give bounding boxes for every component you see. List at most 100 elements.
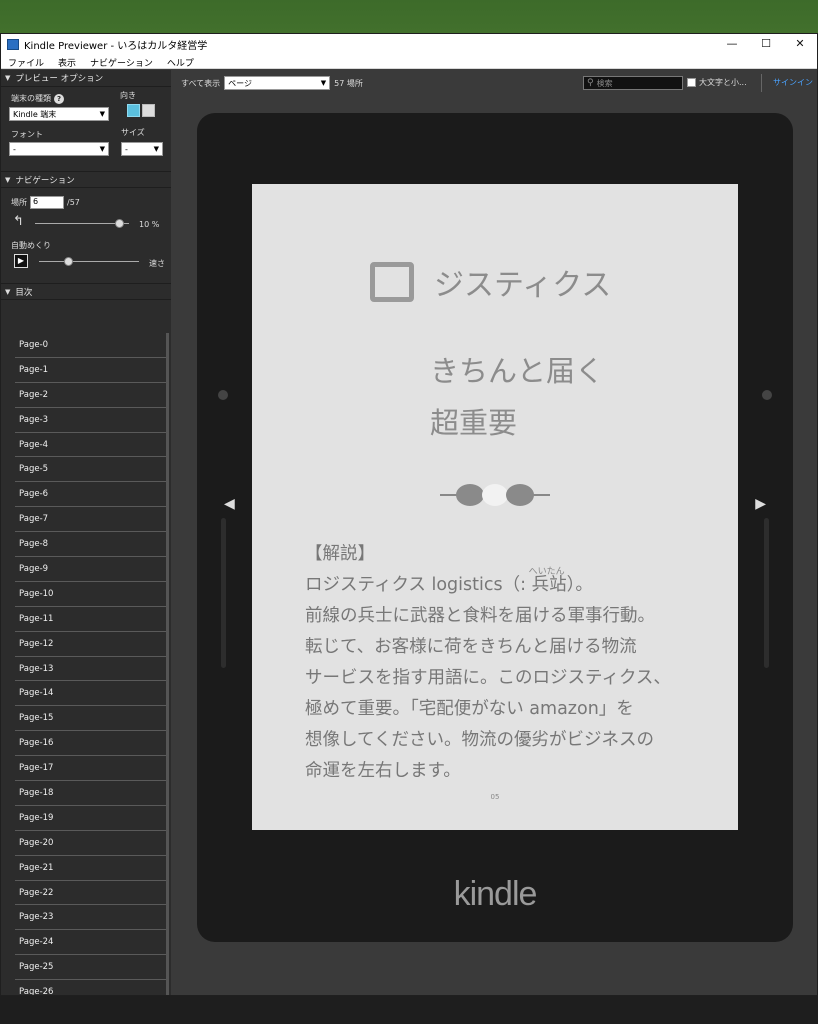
close-button[interactable]: ✕ [783,34,817,54]
dropdown-caret-icon: ▼ [153,145,159,153]
toc-list: Page-0 Page-1 Page-2 Page-3 Page-4 Page-5 Page… [15,333,167,995]
body-line: 【解説】 [305,544,375,564]
toc-item[interactable]: Page-14 [15,681,167,707]
match-case-label: 大文字と小... [699,78,747,87]
toc-item[interactable]: Page-12 [15,632,167,657]
toc-item[interactable]: Page-6 [15,482,167,508]
body-line: サービスを指す用語に。このロジスティクス、 [305,668,671,688]
subheading-2: 超重要 [430,406,518,440]
toc-item[interactable]: Page-1 [15,358,167,383]
sign-in-link[interactable]: サインイン [773,77,813,88]
kindle-app-icon [7,38,19,50]
view-mode-select[interactable]: ページ ▼ [224,76,331,90]
collapse-triangle-icon: ▼ [5,287,11,296]
speed-slider-knob[interactable] [64,257,73,266]
dropdown-caret-icon: ▼ [320,79,327,87]
location-input[interactable]: 6 [30,196,64,209]
square-icon [370,262,414,302]
toc-header[interactable]: ▼ 目次 [1,283,171,300]
location-count: 57 場所 [334,78,363,88]
window-title: Kindle Previewer - いろはカルタ経営学 [24,40,208,52]
toc-item[interactable]: Page-18 [15,781,167,806]
auto-page-turn-label: 自動めくり [11,241,51,250]
speed-slider[interactable] [39,257,139,267]
toc-item[interactable]: Page-16 [15,731,167,757]
back-arrow-icon[interactable]: ↰ [13,214,24,229]
preview-options-header[interactable]: ▼ プレビュー オプション [1,70,171,87]
device-type-label: 端末の種類 [11,94,51,103]
kindle-logo: kindle [453,875,538,913]
explanation-text: 【解説】 ロジスティクス logistics（: へいたん 兵站）。 前線の兵士に… [305,539,725,787]
toc-item[interactable]: Page-2 [15,383,167,408]
toc-item[interactable]: Page-9 [15,557,167,582]
toc-item[interactable]: Page-8 [15,532,167,558]
ornament-icon [440,484,550,506]
toc-item[interactable]: Page-23 [15,905,167,931]
menu-file[interactable]: ファイル [1,54,51,69]
toc-item[interactable]: Page-15 [15,706,167,732]
body-line: ロジスティクス logistics（: へいたん 兵站）。 [305,567,725,601]
location-total: /57 [67,198,80,207]
show-all-label: すべて表示 [181,78,221,88]
toolbar-divider [761,74,762,92]
right-page-bar [764,518,769,668]
help-icon[interactable]: ? [54,94,64,104]
toc-item[interactable]: Page-24 [15,930,167,956]
toc-item[interactable]: Page-5 [15,457,167,483]
toc-item[interactable]: Page-20 [15,831,167,856]
play-icon[interactable]: ▶ [14,254,28,268]
dropdown-caret-icon: ▼ [99,110,105,118]
menu-navigation[interactable]: ナビゲーション [83,54,160,69]
location-label: 場所 [11,198,27,207]
maximize-button[interactable]: ☐ [749,34,783,54]
toc-item[interactable]: Page-13 [15,657,167,682]
toc-item[interactable]: Page-19 [15,806,167,831]
toc-item[interactable]: Page-7 [15,507,167,533]
toc-item[interactable]: Page-10 [15,582,167,607]
sidebar: ▼ プレビュー オプション 端末の種類? 向き Kindle 端末 ▼ フォント … [1,70,171,995]
progress-slider[interactable] [35,219,129,229]
toc-scrollbar[interactable] [166,333,169,995]
device-type-select[interactable]: Kindle 端末 ▼ [9,107,109,121]
toc-item[interactable]: Page-4 [15,433,167,458]
toc-item[interactable]: Page-3 [15,408,167,433]
toc-item[interactable]: Page-21 [15,856,167,881]
dropdown-caret-icon: ▼ [99,145,105,153]
progress-slider-knob[interactable] [114,219,124,228]
menu-view[interactable]: 表示 [51,54,83,69]
book-page: ジスティクス きちんと届く 超重要 【解説】 ロジスティクス logistics… [252,184,738,830]
collapse-triangle-icon: ▼ [5,175,11,184]
size-select[interactable]: - ▼ [121,142,163,156]
ruby-reading: へいたん [528,567,565,577]
main-view: すべて表示 ページ ▼ 57 場所 ⚲ 検索 大文字と小... サインイン ◀ ▶ [171,70,817,995]
subheading-1: きちんと届く [430,354,605,388]
page-number: 05 [490,793,500,801]
progress-percent: 10 % [139,220,160,229]
toc-item[interactable]: Page-22 [15,881,167,906]
body-line: 命運を左右します。 [305,761,461,781]
font-select[interactable]: - ▼ [9,142,109,156]
search-input[interactable]: ⚲ 検索 [583,76,683,90]
landscape-orientation-button[interactable] [142,104,155,117]
taskbar [0,996,818,1024]
toc-item[interactable]: Page-25 [15,955,167,981]
navigation-header[interactable]: ▼ ナビゲーション [1,171,171,188]
body-line: 想像してください。物流の優劣がビジネスの [305,730,654,750]
portrait-orientation-button[interactable] [127,104,140,117]
app-window: Kindle Previewer - いろはカルタ経営学 — ☐ ✕ ファイル … [0,33,818,996]
speed-label: 速さ [149,259,165,268]
font-label: フォント [11,130,43,139]
next-page-arrow-icon[interactable]: ▶ [755,496,766,512]
menu-help[interactable]: ヘルプ [160,54,201,69]
previous-page-arrow-icon[interactable]: ◀ [224,496,235,512]
left-page-bar [221,518,226,668]
title-bar: Kindle Previewer - いろはカルタ経営学 — ☐ ✕ [1,34,817,54]
body-line: 極めて重要。「宅配便がない amazon」を [305,699,634,719]
toc-item[interactable]: Page-26 [15,980,167,995]
match-case-checkbox[interactable] [687,78,696,87]
toc-item[interactable]: Page-11 [15,607,167,632]
toc-item[interactable]: Page-17 [15,756,167,782]
minimize-button[interactable]: — [715,34,749,54]
toc-item[interactable]: Page-0 [15,333,167,358]
body-line: 転じて、お客様に荷をきちんと届ける物流 [305,637,637,657]
